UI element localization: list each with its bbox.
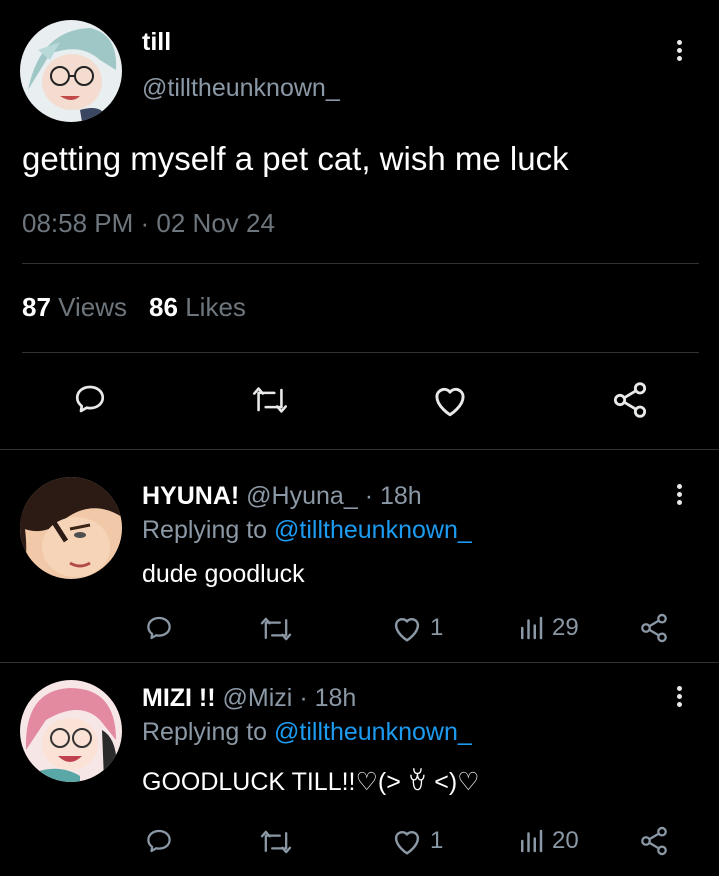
share-icon bbox=[641, 613, 667, 643]
avatar-mizi[interactable] bbox=[20, 680, 122, 782]
divider bbox=[22, 263, 699, 264]
divider bbox=[0, 662, 719, 663]
reply-button[interactable] bbox=[144, 826, 174, 856]
reply-button[interactable] bbox=[144, 613, 174, 643]
reply-header: MIZI !! @Mizi · 18h bbox=[142, 684, 356, 713]
views-count[interactable]: 87 bbox=[22, 292, 51, 322]
share-button[interactable] bbox=[638, 612, 670, 644]
retweet-icon bbox=[260, 830, 292, 854]
reply-text: dude goodluck bbox=[142, 560, 305, 588]
reply-button[interactable] bbox=[72, 381, 108, 417]
reply-text: GOODLUCK TILL!!♡(> ꈊ <)♡ bbox=[142, 768, 480, 796]
reply-time[interactable]: 18h bbox=[315, 684, 357, 712]
likes-label[interactable]: Likes bbox=[185, 292, 246, 322]
tweet-timestamp[interactable]: 08:58 PM · 02 Nov 24 bbox=[22, 208, 275, 239]
share-icon bbox=[613, 382, 647, 418]
tweet-stats: 87 Views 86 Likes bbox=[22, 292, 246, 323]
likes-count[interactable]: 86 bbox=[149, 292, 178, 322]
replying-to: Replying to @tilltheunknown_ bbox=[142, 516, 472, 545]
reply-icon bbox=[147, 616, 171, 640]
views-button[interactable]: 29 bbox=[516, 613, 579, 643]
like-count: 1 bbox=[430, 614, 444, 641]
avatar-till[interactable] bbox=[20, 20, 122, 122]
reply-time[interactable]: 18h bbox=[380, 482, 422, 510]
retweet-button[interactable] bbox=[250, 384, 290, 416]
like-button[interactable]: 1 bbox=[390, 613, 443, 643]
reply-display-name[interactable]: MIZI !! bbox=[142, 684, 216, 712]
retweet-button[interactable] bbox=[258, 828, 294, 856]
views-button[interactable]: 20 bbox=[516, 826, 579, 856]
replying-prefix: Replying to bbox=[142, 718, 268, 746]
tweet-text: getting myself a pet cat, wish me luck bbox=[22, 140, 569, 177]
display-name[interactable]: till bbox=[142, 28, 171, 57]
retweet-icon bbox=[253, 387, 287, 413]
reply-separator: · bbox=[299, 684, 308, 712]
handle[interactable]: @tilltheunknown_ bbox=[142, 74, 340, 103]
more-vertical-icon[interactable] bbox=[674, 484, 684, 505]
reply-display-name[interactable]: HYUNA! bbox=[142, 482, 239, 510]
divider bbox=[0, 449, 719, 450]
share-button[interactable] bbox=[638, 825, 670, 857]
views-count: 20 bbox=[552, 827, 579, 854]
views-chart-icon bbox=[521, 829, 543, 853]
views-count: 29 bbox=[552, 614, 579, 641]
retweet-button[interactable] bbox=[258, 615, 294, 643]
share-icon bbox=[641, 826, 667, 856]
reply-icon bbox=[75, 385, 105, 413]
mention-link[interactable]: @tilltheunknown_ bbox=[274, 718, 472, 746]
reply-header: HYUNA! @Hyuna_ · 18h bbox=[142, 482, 422, 511]
replying-to: Replying to @tilltheunknown_ bbox=[142, 718, 472, 747]
reply-handle[interactable]: @Hyuna_ bbox=[246, 482, 358, 510]
mention-link[interactable]: @tilltheunknown_ bbox=[274, 516, 472, 544]
reply-icon bbox=[147, 829, 171, 853]
views-label[interactable]: Views bbox=[58, 292, 127, 322]
more-vertical-icon[interactable] bbox=[674, 686, 684, 707]
replying-prefix: Replying to bbox=[142, 516, 268, 544]
views-chart-icon bbox=[521, 616, 543, 640]
divider bbox=[22, 352, 699, 353]
like-count: 1 bbox=[430, 827, 444, 854]
avatar-hyuna[interactable] bbox=[20, 477, 122, 579]
share-button[interactable] bbox=[610, 380, 650, 420]
like-icon bbox=[394, 617, 420, 642]
like-button[interactable] bbox=[430, 382, 470, 418]
like-button[interactable]: 1 bbox=[390, 826, 443, 856]
more-vertical-icon[interactable] bbox=[674, 40, 684, 61]
reply-separator: · bbox=[364, 482, 374, 510]
retweet-icon bbox=[260, 617, 292, 641]
like-icon bbox=[435, 387, 465, 417]
reply-handle[interactable]: @Mizi bbox=[223, 684, 293, 712]
like-icon bbox=[394, 830, 420, 855]
